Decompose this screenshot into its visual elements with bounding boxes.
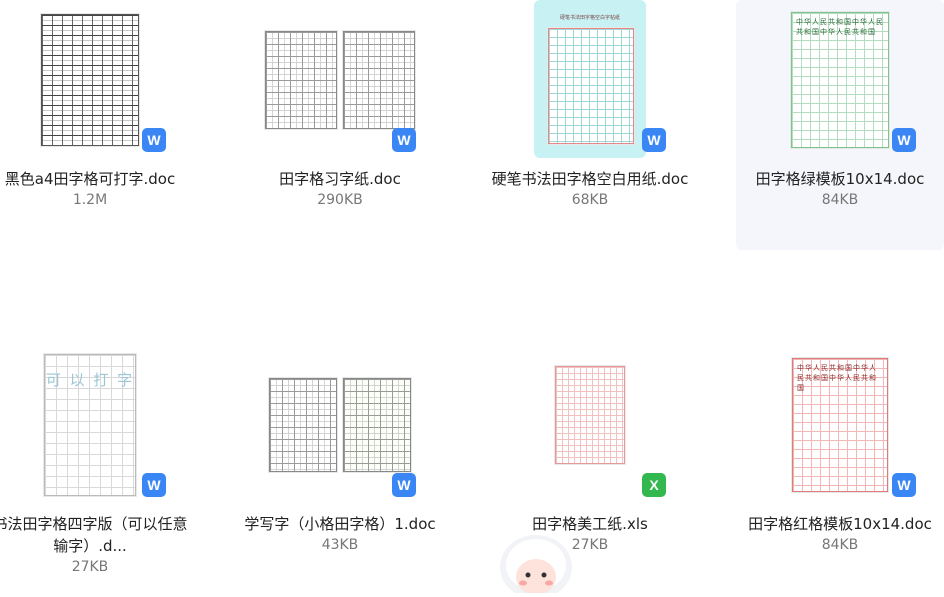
- file-size: 84KB: [821, 192, 859, 208]
- file-size: 27KB: [571, 537, 609, 553]
- word-file-icon: W: [392, 473, 416, 497]
- file-size: 68KB: [571, 192, 609, 208]
- file-card[interactable]: W 田字格习字纸.doc 290KB: [236, 0, 444, 250]
- sheet-title: 硬笔书法田字格空白字帖纸: [559, 15, 620, 21]
- file-name[interactable]: 田字格绿模板10x14.doc: [740, 168, 940, 190]
- grid-sheet-left: [265, 31, 337, 129]
- practice-sheet-right: [343, 378, 411, 472]
- word-file-icon: W: [392, 128, 416, 152]
- sheet-sample-text: 中华人民共和国中华人民共和国中华人民共和国: [796, 18, 884, 36]
- pink-grid-sheet: [555, 366, 625, 464]
- grid-sheet-right: [343, 31, 415, 129]
- word-file-icon: W: [142, 128, 166, 152]
- file-name[interactable]: 黑色a4田字格可打字.doc: [0, 168, 190, 190]
- file-thumbnail[interactable]: 硬笔书法田字格空白字帖纸 W: [486, 0, 694, 160]
- file-size: 1.2M: [72, 192, 108, 208]
- cyan-grid-sheet: [548, 28, 634, 144]
- file-thumbnail[interactable]: X: [486, 345, 694, 505]
- file-card[interactable]: 硬笔书法田字格空白字帖纸 W 硬笔书法田字格空白用纸.doc 68KB: [486, 0, 694, 250]
- file-thumbnail[interactable]: 中华人民共和国中华人民共和国中华人民共和国 W: [736, 0, 944, 160]
- file-card[interactable]: 中华人民共和国中华人民共和国中华人民共和国 W 田字格红格模板10x14.doc…: [736, 345, 944, 595]
- file-name[interactable]: 田字格红格模板10x14.doc: [740, 513, 940, 535]
- word-file-icon: W: [892, 128, 916, 152]
- file-size: 290KB: [317, 192, 363, 208]
- file-card[interactable]: W 学写字（小格田字格）1.doc 43KB: [236, 345, 444, 595]
- file-name[interactable]: 学写字（小格田字格）1.doc: [240, 513, 440, 535]
- red-grid-sheet: 中华人民共和国中华人民共和国中华人民共和国: [792, 358, 888, 492]
- file-size: 27KB: [71, 559, 109, 575]
- file-card[interactable]: W 黑色a4田字格可打字.doc 1.2M: [0, 0, 194, 250]
- practice-sheet-left: [269, 378, 337, 472]
- file-size: 43KB: [321, 537, 359, 553]
- green-grid-sheet: 中华人民共和国中华人民共和国中华人民共和国: [791, 12, 889, 148]
- four-char-sheet: 可 以 打 字: [44, 354, 136, 496]
- word-file-icon: W: [142, 473, 166, 497]
- file-grid: W 黑色a4田字格可打字.doc 1.2M W 田字格习字纸.doc 290KB…: [0, 0, 944, 586]
- file-card[interactable]: 中华人民共和国中华人民共和国中华人民共和国 W 田字格绿模板10x14.doc …: [736, 0, 944, 250]
- file-thumbnail[interactable]: W: [236, 345, 444, 505]
- file-thumbnail[interactable]: W: [0, 0, 194, 160]
- sheet-sample-text: 可 以 打 字: [45, 371, 135, 389]
- word-file-icon: W: [892, 473, 916, 497]
- file-card[interactable]: 可 以 打 字 W 书法田字格四字版（可以任意输字）.d... 27KB: [0, 345, 194, 595]
- file-size: 84KB: [821, 537, 859, 553]
- file-name[interactable]: 硬笔书法田字格空白用纸.doc: [490, 168, 690, 190]
- file-name[interactable]: 书法田字格四字版（可以任意输字）.d...: [0, 513, 190, 557]
- file-name[interactable]: 田字格美工纸.xls: [490, 513, 690, 535]
- file-thumbnail[interactable]: W: [236, 0, 444, 160]
- excel-file-icon: X: [642, 473, 666, 497]
- black-grid-sheet: [41, 14, 139, 146]
- word-file-icon: W: [642, 128, 666, 152]
- sheet-sample-text: 中华人民共和国中华人民共和国中华人民共和国: [797, 364, 877, 392]
- file-thumbnail[interactable]: 可 以 打 字 W: [0, 345, 194, 505]
- file-thumbnail[interactable]: 中华人民共和国中华人民共和国中华人民共和国 W: [736, 345, 944, 505]
- file-name[interactable]: 田字格习字纸.doc: [240, 168, 440, 190]
- assistant-avatar-icon[interactable]: [498, 533, 574, 597]
